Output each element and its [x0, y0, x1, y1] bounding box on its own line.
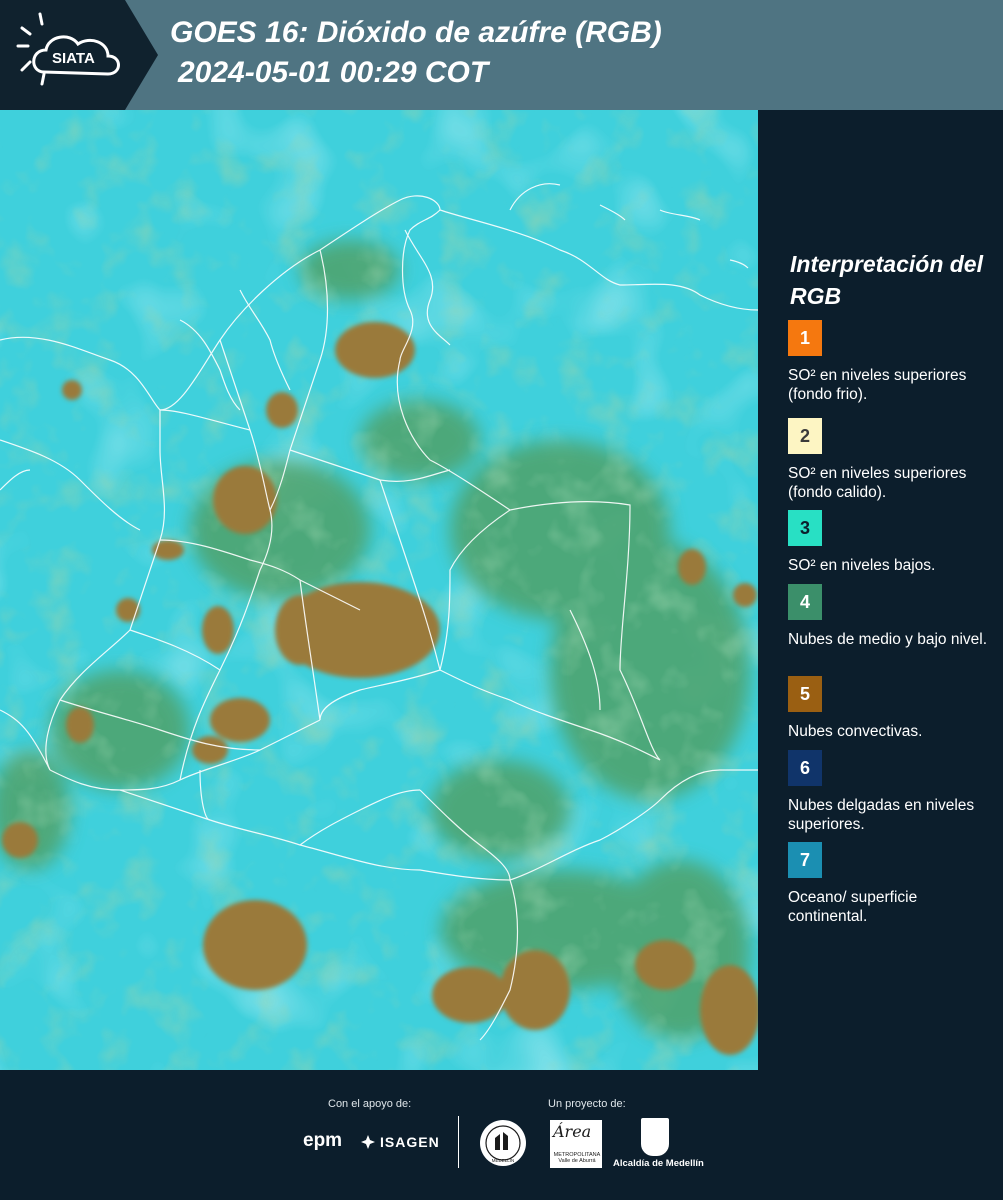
area-metropolitana-title: Área: [553, 1122, 592, 1141]
area-metropolitana-subtitle: METROPOLITANA Valle de Aburrá: [553, 1152, 601, 1164]
legend-label-6: Nubes delgadas en niveles superiores.: [788, 797, 975, 833]
legend-swatch-2: 2: [788, 418, 822, 454]
legend-item-4: 4 Nubes de medio y bajo nivel.: [788, 584, 988, 649]
legend-label-3: SO² en niveles bajos.: [788, 557, 936, 574]
isagen-icon: [361, 1135, 375, 1149]
alcaldia-label: Alcaldía de Medellín: [613, 1158, 704, 1169]
legend-panel: Interpretación del RGB 1 SO² en niveles …: [758, 110, 1003, 1070]
siata-logo-text: SIATA: [52, 50, 95, 67]
legend-swatch-5: 5: [788, 676, 822, 712]
footer-divider: [458, 1116, 459, 1168]
footer: Con el apoyo de: Un proyecto de: epm ISA…: [0, 1070, 1003, 1200]
legend-swatch-4: 4: [788, 584, 822, 620]
project-label: Un proyecto de:: [548, 1098, 626, 1110]
legend-label-7: Oceano/ superficie continental.: [788, 889, 918, 925]
seal-text: MEDELLÍN: [492, 1157, 515, 1163]
siata-logo[interactable]: SIATA: [0, 0, 160, 110]
timestamp-title: 2024-05-01 00:29 COT: [178, 56, 489, 89]
legend-item-7: 7 Oceano/ superficie continental.: [788, 842, 988, 926]
legend-title: Interpretación del RGB: [790, 251, 983, 309]
alcaldia-shield-icon[interactable]: [641, 1118, 669, 1156]
medellin-seal-logo[interactable]: MEDELLÍN: [478, 1118, 528, 1173]
legend-swatch-3: 3: [788, 510, 822, 546]
satellite-map[interactable]: [0, 110, 758, 1070]
legend-item-1: 1 SO² en niveles superiores (fondo frio)…: [788, 320, 988, 404]
legend-swatch-1: 1: [788, 320, 822, 356]
isagen-logo[interactable]: ISAGEN: [360, 1134, 440, 1150]
legend-swatch-7: 7: [788, 842, 822, 878]
legend-swatch-6: 6: [788, 750, 822, 786]
legend-label-2: SO² en niveles superiores (fondo calido)…: [788, 465, 967, 501]
support-label: Con el apoyo de:: [328, 1098, 412, 1110]
legend-label-5: Nubes convectivas.: [788, 723, 923, 740]
epm-logo[interactable]: epm: [303, 1130, 342, 1152]
legend-label-1: SO² en niveles superiores (fondo frio).: [788, 367, 967, 403]
legend-item-3: 3 SO² en niveles bajos.: [788, 510, 988, 575]
legend-item-5: 5 Nubes convectivas.: [788, 676, 988, 741]
legend-item-6: 6 Nubes delgadas en niveles superiores.: [788, 750, 988, 834]
legend-label-4: Nubes de medio y bajo nivel.: [788, 631, 988, 648]
page-title: GOES 16: Dióxido de azúfre (RGB): [170, 16, 662, 49]
legend-item-2: 2 SO² en niveles superiores (fondo calid…: [788, 418, 988, 502]
header-bar: SIATA GOES 16: Dióxido de azúfre (RGB) 2…: [0, 0, 1003, 110]
isagen-label: ISAGEN: [380, 1134, 440, 1150]
